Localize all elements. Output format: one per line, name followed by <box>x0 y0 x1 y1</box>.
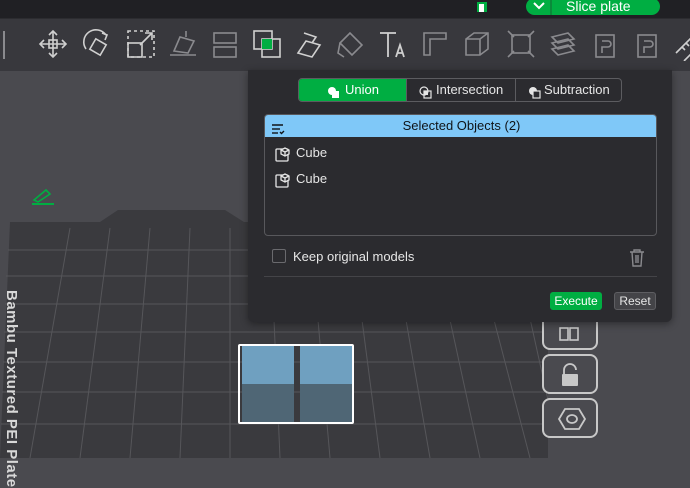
part-icon <box>275 146 291 162</box>
edit-plate-icon[interactable] <box>30 186 56 206</box>
trash-icon[interactable] <box>628 248 646 268</box>
place-on-face-icon[interactable] <box>166 27 200 61</box>
subtraction-icon <box>528 84 541 99</box>
move-icon[interactable] <box>36 27 70 61</box>
plate-label: Bambu Textured PEI Plate <box>3 290 20 488</box>
tab-intersection-label: Intersection <box>436 82 504 97</box>
selected-count: (2) <box>504 118 521 133</box>
support-paint-icon[interactable] <box>292 27 326 61</box>
selected-objects-header: Selected Objects (2) <box>265 115 656 137</box>
rotate-icon[interactable] <box>80 27 114 61</box>
assembly-icon[interactable] <box>460 27 494 61</box>
selected-objects-list: Selected Objects (2) Cube Cube <box>264 114 657 236</box>
slice-plate-button[interactable]: Slice plate <box>526 0 660 15</box>
divider <box>264 276 657 277</box>
seam-paint-icon[interactable] <box>334 27 368 61</box>
toolbar-grip-icon <box>2 31 6 59</box>
object-name: Cube <box>296 171 328 186</box>
lock-button[interactable] <box>542 354 598 394</box>
intersection-icon <box>419 84 432 99</box>
boolean-icon[interactable] <box>250 27 284 61</box>
tab-union[interactable]: Union <box>299 79 406 101</box>
tab-subtraction-label: Subtraction <box>544 82 610 97</box>
tab-subtraction[interactable]: Subtraction <box>515 79 621 101</box>
text-icon[interactable] <box>376 27 410 61</box>
union-icon <box>327 84 340 98</box>
selected-objects-title: Selected Objects (2) <box>402 118 521 133</box>
top-bar: Slice plate <box>0 0 690 18</box>
add-plate-icon[interactable] <box>632 27 666 61</box>
keep-original-label: Keep original models <box>293 249 415 264</box>
split-divider <box>550 0 552 15</box>
tab-union-label: Union <box>345 82 379 97</box>
side-view-button[interactable] <box>542 322 598 350</box>
boolean-panel: Union Intersection Subtraction Selected … <box>248 70 672 322</box>
arrange-icon[interactable] <box>504 27 538 61</box>
object-name: Cube <box>296 145 328 160</box>
part-icon <box>275 172 291 188</box>
toolbar <box>0 18 690 71</box>
tab-intersection[interactable]: Intersection <box>406 79 515 101</box>
variable-height-icon[interactable] <box>672 27 690 62</box>
keep-original-checkbox[interactable] <box>272 249 286 263</box>
lock-icon <box>562 363 578 386</box>
execute-button[interactable]: Execute <box>550 292 602 310</box>
hexagon-icon <box>558 408 586 430</box>
scale-icon[interactable] <box>124 27 158 61</box>
boolean-tabs: Union Intersection Subtraction <box>298 78 622 102</box>
selection-outline <box>238 344 354 424</box>
measure-icon[interactable] <box>418 27 452 61</box>
hex-settings-button[interactable] <box>542 398 598 438</box>
orient-icon[interactable] <box>546 27 580 61</box>
reset-button[interactable]: Reset <box>614 292 656 310</box>
layers-icon[interactable] <box>590 27 624 61</box>
cut-icon[interactable] <box>208 27 242 61</box>
chevron-down-icon[interactable] <box>528 0 550 15</box>
plate-icon[interactable] <box>476 0 488 12</box>
slice-plate-label: Slice plate <box>566 0 631 14</box>
